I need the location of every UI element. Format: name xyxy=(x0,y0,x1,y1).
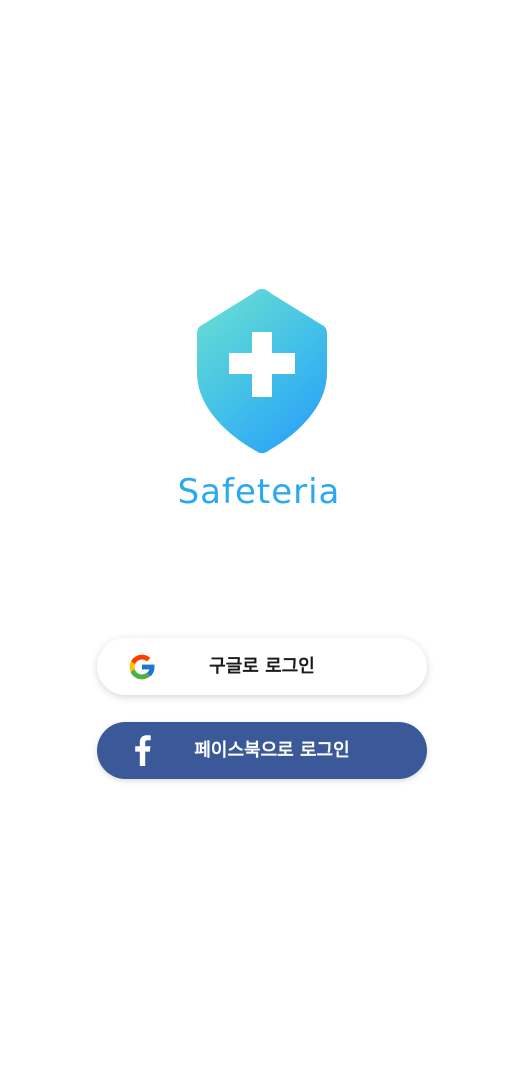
app-logo xyxy=(0,287,518,457)
shield-cross-icon xyxy=(197,289,327,454)
facebook-login-label: 페이스북으로 로그인 xyxy=(194,740,350,761)
facebook-login-button[interactable]: 페이스북으로 로그인 xyxy=(97,722,427,779)
google-login-button[interactable]: 구글로 로그인 xyxy=(97,638,427,695)
app-name: Safeteria xyxy=(177,472,341,512)
google-login-label: 구글로 로그인 xyxy=(209,656,315,677)
